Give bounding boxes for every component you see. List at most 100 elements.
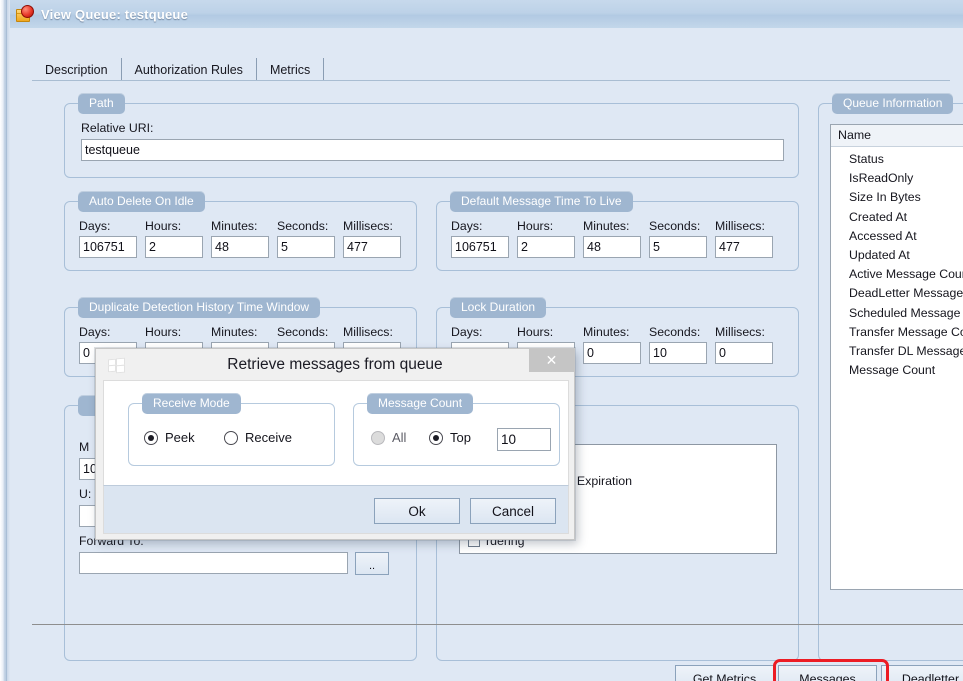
auto-delete-days-label: Days: [79,219,111,233]
radio-peek[interactable]: Peek [144,430,195,445]
auto-delete-hours-label: Hours: [145,219,182,233]
ttl-minutes-label: Minutes: [583,219,630,233]
auto-delete-seconds-input[interactable] [277,236,335,258]
group-message-count: Message Count All Top [353,393,560,466]
radio-receive-label: Receive [245,430,292,445]
group-receive-mode: Receive Mode Peek Receive [128,393,335,466]
list-item[interactable]: Status [849,150,963,169]
radio-receive[interactable]: Receive [224,430,292,445]
dup-millisecs-label: Millisecs: [343,325,393,339]
group-auto-delete-on-idle-title: Auto Delete On Idle [78,191,205,212]
ttl-millisecs-label: Millisecs: [715,219,765,233]
lock-days-label: Days: [451,325,483,339]
list-item[interactable]: Transfer DL Message [849,342,963,361]
relative-uri-label: Relative URI: [81,121,154,135]
queue-information-listview[interactable]: Name Status IsReadOnly Size In Bytes Cre… [830,124,963,590]
lock-minutes-input[interactable] [583,342,641,364]
dup-days-label: Days: [79,325,111,339]
group-duplicate-detection-window-title: Duplicate Detection History Time Window [78,297,321,318]
window-titlebar: View Queue: testqueue [10,0,963,29]
list-item[interactable]: Size In Bytes [849,188,963,207]
messages-button[interactable]: Messages [778,665,877,681]
radio-peek-label: Peek [165,430,195,445]
group-queue-information-title: Queue Information [832,93,954,114]
radio-all-label: All [392,430,407,445]
group-default-message-ttl: Default Message Time To Live Days: Hours… [436,191,799,271]
radio-peek-icon[interactable] [144,430,158,445]
lock-minutes-label: Minutes: [583,325,630,339]
queue-package-icon [16,5,34,23]
ttl-seconds-input[interactable] [649,236,707,258]
group-path-title: Path [78,93,125,114]
misc-field2-label: U: [79,487,92,501]
tab-authorization-rules[interactable]: Authorization Rules [121,58,257,81]
window-title: View Queue: testqueue [41,6,188,22]
ttl-minutes-input[interactable] [583,236,641,258]
cancel-button[interactable]: Cancel [470,498,556,524]
list-item[interactable]: Accessed At [849,227,963,246]
auto-delete-days-input[interactable] [79,236,137,258]
auto-delete-millisecs-input[interactable] [343,236,401,258]
listview-body: Status IsReadOnly Size In Bytes Created … [831,147,963,380]
radio-receive-icon[interactable] [224,430,238,445]
lock-seconds-label: Seconds: [649,325,701,339]
tab-description[interactable]: Description [32,58,122,81]
deadletter-button[interactable]: Deadletter [881,665,963,681]
relative-uri-input[interactable] [81,139,784,161]
get-metrics-button[interactable]: Get Metrics [675,665,774,681]
dup-seconds-label: Seconds: [277,325,329,339]
application-window: View Queue: testqueue Description Author… [0,0,963,681]
radio-top[interactable]: Top [429,430,471,445]
ttl-days-input[interactable] [451,236,509,258]
dup-minutes-label: Minutes: [211,325,258,339]
auto-delete-millisecs-label: Millisecs: [343,219,393,233]
ttl-millisecs-input[interactable] [715,236,773,258]
window-left-border [0,0,10,681]
lock-millisecs-input[interactable] [715,342,773,364]
list-item[interactable]: IsReadOnly [849,169,963,188]
forward-to-input[interactable] [79,552,348,574]
ttl-hours-input[interactable] [517,236,575,258]
lock-hours-label: Hours: [517,325,554,339]
group-default-message-ttl-title: Default Message Time To Live [450,191,633,212]
close-icon[interactable]: ✕ [529,349,574,372]
auto-delete-minutes-label: Minutes: [211,219,258,233]
ttl-days-label: Days: [451,219,483,233]
radio-all[interactable]: All [371,430,406,445]
ttl-hours-label: Hours: [517,219,554,233]
auto-delete-hours-input[interactable] [145,236,203,258]
tab-metrics[interactable]: Metrics [256,58,325,81]
group-auto-delete-on-idle: Auto Delete On Idle Days: Hours: Minutes… [64,191,417,271]
dup-hours-label: Hours: [145,325,182,339]
listview-column-header-name[interactable]: Name [831,125,963,147]
list-item[interactable]: DeadLetter Message ( [849,284,963,303]
dialog-body: Receive Mode Peek Receive Message Count … [103,380,569,486]
auto-delete-seconds-label: Seconds: [277,219,329,233]
radio-all-icon[interactable] [371,430,385,445]
retrieve-messages-dialog: Retrieve messages from queue ✕ Receive M… [95,348,575,540]
ttl-seconds-label: Seconds: [649,219,701,233]
top-count-input[interactable] [497,428,551,451]
tabstrip: Description Authorization Rules Metrics [32,57,325,81]
radio-top-label: Top [450,430,471,445]
dialog-footer: Ok Cancel [103,485,569,534]
misc-field1-label: M [79,440,90,454]
lock-millisecs-label: Millisecs: [715,325,765,339]
list-item[interactable]: Message Count [849,361,963,380]
radio-top-icon[interactable] [429,430,443,445]
group-path: Path Relative URI: [64,93,799,178]
list-item[interactable]: Created At [849,208,963,227]
footer-separator [32,624,963,625]
ok-button[interactable]: Ok [374,498,460,524]
auto-delete-minutes-input[interactable] [211,236,269,258]
list-item[interactable]: Transfer Message Cou [849,323,963,342]
forward-to-browse-button[interactable]: .. [355,552,389,575]
dialog-titlebar: Retrieve messages from queue ✕ [96,349,574,380]
list-item[interactable]: Updated At [849,246,963,265]
group-queue-information: Queue Information Name Status IsReadOnly… [818,93,963,661]
list-item[interactable]: Active Message Coun [849,265,963,284]
list-item[interactable]: Scheduled Message ( [849,304,963,323]
lock-seconds-input[interactable] [649,342,707,364]
group-receive-mode-title: Receive Mode [142,393,241,414]
group-message-count-title: Message Count [367,393,474,414]
